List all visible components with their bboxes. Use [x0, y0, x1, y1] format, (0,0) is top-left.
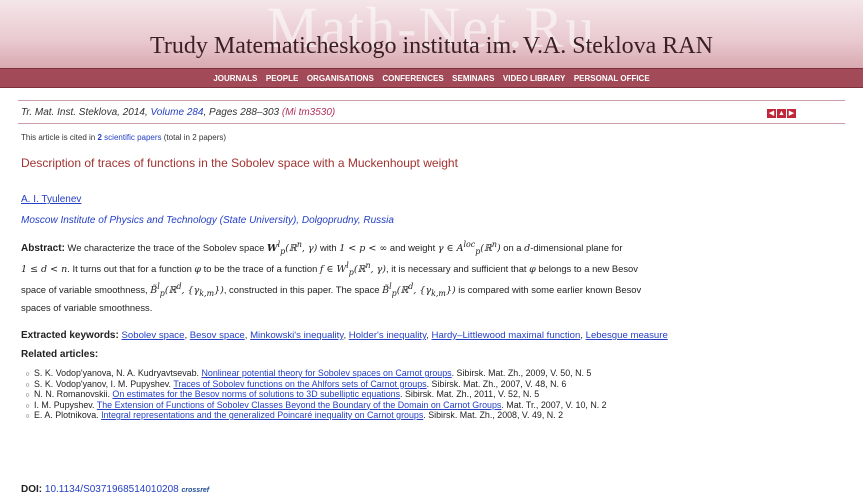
citation-reference: Tr. Mat. Inst. Steklova, 2014, Volume 28…	[21, 107, 335, 118]
math-formula: 1 ≤ d < n	[21, 264, 68, 276]
related-authors: S. K. Vodop'yanov, I. M. Pupyshev.	[34, 378, 172, 389]
abstract-text: . It turns out that for a function	[67, 263, 195, 275]
abstract-text: with	[317, 242, 340, 254]
related-articles-label: Related articles:	[21, 349, 99, 360]
cited-by-notice: This article is cited in 2 scientific pa…	[21, 133, 226, 142]
doi-link[interactable]: 10.1134/S0371968514010208	[45, 484, 179, 495]
reference-prefix: Tr. Mat. Inst. Steklova, 2014,	[21, 107, 148, 118]
list-item: ○ I. M. Pupyshev. The Extension of Functi…	[21, 400, 851, 411]
related-source: . Sibirsk. Mat. Zh., 2011, V. 52, N. 5	[400, 389, 540, 399]
doi-label: DOI:	[21, 484, 43, 495]
abstract-text: , it is necessary and sufficient that	[385, 263, 530, 275]
math-formula: 1 < p < ∞	[339, 243, 388, 255]
article-navigation: ◀ ▲ ▶	[767, 107, 797, 118]
nav-organisations[interactable]: ORGANISATIONS	[307, 70, 374, 88]
abstract-text: We characterize the trace of the Sobolev…	[64, 242, 267, 254]
volume-link[interactable]: Volume 284	[151, 107, 204, 118]
related-article-link[interactable]: The Extension of Functions of Sobolev Cl…	[97, 400, 502, 410]
related-source: . Sibirsk. Mat. Zh., 2009, V. 50, N. 5	[451, 368, 592, 378]
related-articles-list: ○ S. K. Vodop'yanova, N. A. Kudryavtsevab…	[21, 368, 851, 421]
abstract-text: space of variable smoothness,	[21, 284, 151, 296]
related-article-link[interactable]: Nonlinear potential theory for Sobolev s…	[201, 368, 451, 378]
nav-video-library[interactable]: VIDEO LIBRARY	[503, 70, 565, 88]
related-article-link[interactable]: Integral representations and the general…	[101, 410, 423, 420]
abstract-label: Abstract:	[21, 243, 65, 255]
abstract-text: to be the trace of a function	[201, 263, 320, 275]
abstract-text: -dimensional plane for	[530, 242, 623, 254]
related-authors: I. M. Pupyshev.	[34, 399, 95, 410]
keywords: Extracted keywords: Sobolev space, Besov…	[21, 330, 668, 341]
doi-line: DOI: 10.1134/S0371968514010208 crossref	[21, 484, 209, 495]
cited-text: This article is cited in	[21, 133, 96, 142]
prev-article-icon[interactable]: ◀	[767, 109, 776, 118]
abstract-text: spaces of variable smoothness.	[21, 302, 153, 314]
keyword-link[interactable]: Besov space	[190, 330, 245, 341]
divider	[18, 123, 845, 124]
keywords-label: Extracted keywords:	[21, 330, 119, 341]
nav-seminars[interactable]: SEMINARS	[452, 70, 494, 88]
cited-total: (total in 2 papers)	[163, 133, 227, 142]
math-formula: γ ∈ Alocp(ℝn)	[437, 240, 501, 257]
math-formula: B̃lp(ℝd, {γk,m})	[150, 282, 224, 299]
mi-id-link[interactable]: (Mi tm3530)	[282, 107, 335, 118]
related-article-link[interactable]: On estimates for the Besov norms of solu…	[112, 389, 400, 399]
nav-people[interactable]: PEOPLE	[266, 70, 298, 88]
abstract: Abstract: We characterize the trace of t…	[21, 238, 846, 315]
crossref-icon[interactable]: crossref	[182, 487, 210, 494]
list-item: ○ E. A. Plotnikova. Integral representati…	[21, 410, 851, 421]
related-source: . Mat. Tr., 2007, V. 10, N. 2	[501, 399, 607, 410]
abstract-text: is compared with some earlier known Beso…	[455, 284, 642, 296]
abstract-text: , constructed in this paper. The space	[223, 284, 383, 296]
cited-count[interactable]: 2	[97, 133, 101, 142]
site-banner: Math-Net.Ru Trudy Matematicheskogo insti…	[0, 0, 863, 68]
abstract-text: on a	[500, 242, 525, 254]
nav-conferences[interactable]: CONFERENCES	[382, 70, 443, 88]
journal-title[interactable]: Trudy Matematicheskogo instituta im. V.A…	[0, 33, 863, 60]
main-nav: JOURNALS PEOPLE ORGANISATIONS CONFERENCE…	[0, 68, 863, 88]
related-authors: E. A. Plotnikova.	[34, 410, 99, 420]
related-article-link[interactable]: Traces of Sobolev functions on the Ahlfo…	[173, 379, 426, 389]
related-source: . Sibirsk. Mat. Zh., 2007, V. 48, N. 6	[426, 378, 567, 389]
list-item: ○ N. N. Romanovskii. On estimates for the…	[21, 389, 851, 400]
math-formula: φ	[529, 264, 536, 276]
cited-papers-link[interactable]: scientific papers	[104, 133, 161, 142]
up-contents-icon[interactable]: ▲	[777, 109, 786, 118]
nav-personal-office[interactable]: PERSONAL OFFICE	[574, 70, 650, 88]
keyword-link[interactable]: Holder's inequality	[349, 330, 426, 341]
article-title: Description of traces of functions in th…	[21, 156, 458, 170]
keyword-link[interactable]: Hardy–Littlewood maximal function	[432, 330, 581, 341]
abstract-text: belongs to a new Besov	[535, 263, 638, 275]
keyword-link[interactable]: Minkowski's inequality	[250, 330, 343, 341]
reference-pages: , Pages 288–303	[203, 107, 280, 118]
math-formula: Wlp(ℝn, γ)	[266, 240, 318, 257]
bullet-icon: ○	[25, 413, 30, 420]
keyword-link[interactable]: Sobolev space	[122, 330, 185, 341]
list-item: ○ S. K. Vodop'yanova, N. A. Kudryavtsevab…	[21, 368, 851, 379]
next-article-icon[interactable]: ▶	[787, 109, 796, 118]
related-authors: S. K. Vodop'yanova, N. A. Kudryavtsevab.	[34, 368, 199, 378]
abstract-text: and weight	[387, 242, 438, 254]
keyword-link[interactable]: Lebesgue measure	[586, 330, 668, 341]
math-formula: f ∈ Wlp(ℝn, γ)	[319, 261, 386, 278]
nav-journals[interactable]: JOURNALS	[213, 70, 257, 88]
list-item: ○ S. K. Vodop'yanov, I. M. Pupyshev. Trac…	[21, 379, 851, 390]
author-link[interactable]: A. I. Tyulenev	[21, 194, 81, 205]
divider	[18, 100, 845, 101]
related-source: . Sibirsk. Mat. Zh., 2008, V. 49, N. 2	[423, 410, 564, 420]
math-formula: B̃lp(ℝd, {γk,m})	[382, 282, 456, 299]
related-authors: N. N. Romanovskii.	[34, 389, 110, 399]
author-organization[interactable]: Moscow Institute of Physics and Technolo…	[21, 215, 394, 226]
